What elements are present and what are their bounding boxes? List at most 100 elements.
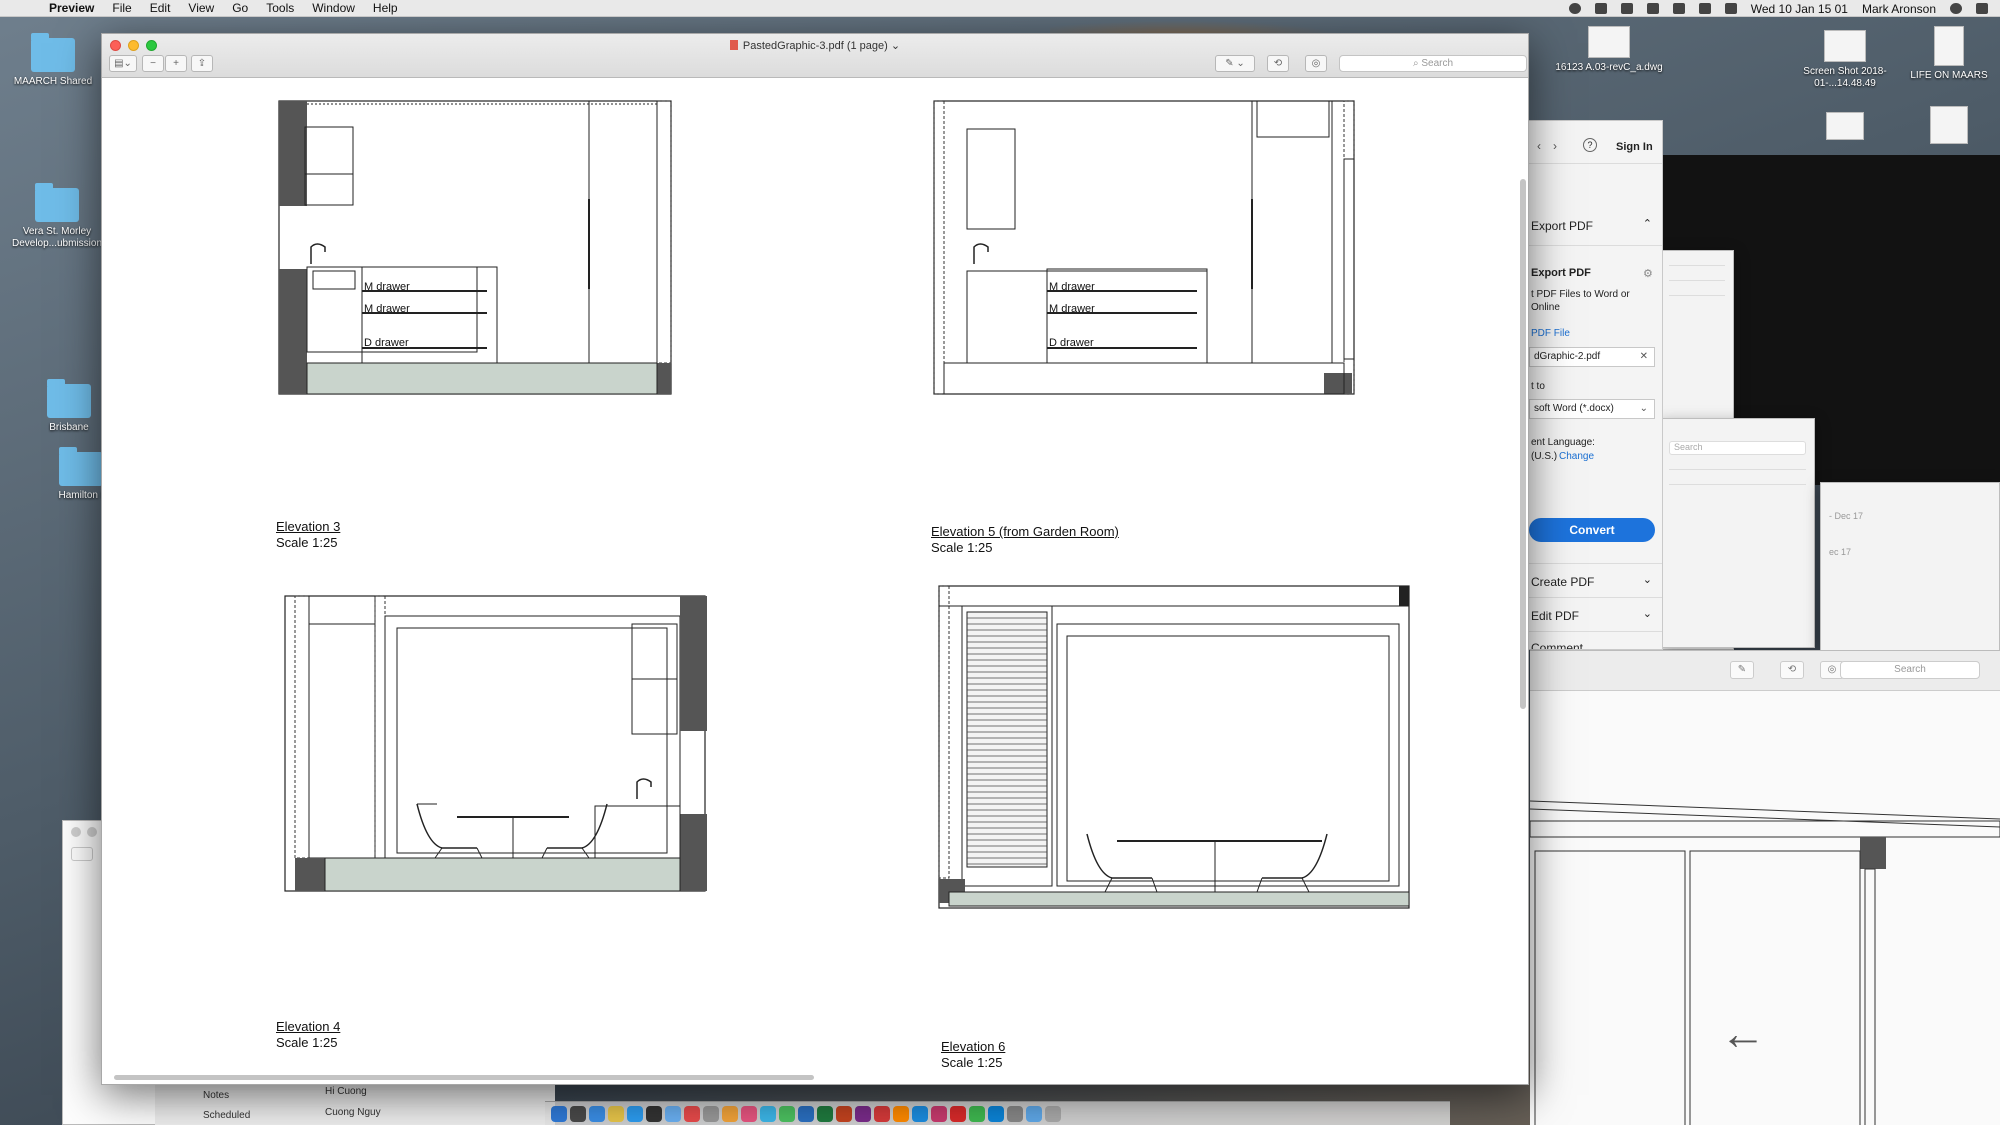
share-button[interactable]: ⇪ bbox=[191, 55, 213, 72]
word-icon[interactable] bbox=[798, 1105, 814, 1122]
menu-file[interactable]: File bbox=[103, 1, 140, 15]
time-machine-icon[interactable] bbox=[1672, 3, 1685, 14]
format-select[interactable]: soft Word (*.docx) ⌄ bbox=[1529, 399, 1655, 419]
settings-icon[interactable]: ⚙ bbox=[1643, 267, 1653, 280]
window-title[interactable]: PastedGraphic-3.pdf (1 page) ⌄ bbox=[102, 39, 1528, 52]
menu-window[interactable]: Window bbox=[303, 1, 364, 15]
menu-tools[interactable]: Tools bbox=[257, 1, 303, 15]
terminal-icon[interactable] bbox=[646, 1105, 662, 1122]
search-input[interactable]: Search bbox=[1669, 441, 1806, 455]
search-input[interactable]: ⌕ Search bbox=[1339, 55, 1527, 72]
messages-icon[interactable] bbox=[760, 1105, 776, 1122]
sidebar-toggle-icon[interactable] bbox=[71, 847, 93, 861]
menu-view[interactable]: View bbox=[179, 1, 223, 15]
create-pdf-item[interactable]: Create PDF bbox=[1531, 575, 1594, 589]
zoom-out-button[interactable]: − bbox=[142, 55, 164, 72]
desktop-icon-screenshot[interactable]: Screen Shot 2018-01-...14.48.49 bbox=[1790, 30, 1900, 90]
autocad-icon[interactable] bbox=[950, 1105, 966, 1122]
skype-icon[interactable] bbox=[988, 1105, 1004, 1122]
mail-icon[interactable] bbox=[665, 1105, 681, 1122]
launchpad-icon[interactable] bbox=[570, 1105, 586, 1122]
pdf-document-view[interactable]: M drawer M drawer D drawer Elevation 3 S… bbox=[102, 79, 1528, 1084]
markup-toolbar-button[interactable]: ◎ bbox=[1305, 55, 1327, 72]
spotify-icon[interactable] bbox=[969, 1105, 985, 1122]
folder-icon bbox=[35, 183, 79, 222]
horizontal-scrollbar[interactable] bbox=[114, 1075, 814, 1080]
desktop-file-thumb[interactable] bbox=[1826, 112, 1864, 140]
music-icon[interactable] bbox=[741, 1105, 757, 1122]
rotate-icon[interactable]: ⟲ bbox=[1780, 661, 1804, 679]
finder-icon[interactable] bbox=[551, 1105, 567, 1122]
photos-icon[interactable] bbox=[722, 1105, 738, 1122]
desktop-icon-life-on-maars[interactable]: LIFE ON MAARS bbox=[1894, 26, 2000, 82]
app-store-icon[interactable] bbox=[627, 1105, 643, 1122]
pdf-file-icon bbox=[729, 40, 738, 50]
export-pdf-header[interactable]: Export PDF bbox=[1531, 219, 1593, 233]
trash-icon[interactable] bbox=[1045, 1105, 1061, 1122]
dropbox-icon[interactable] bbox=[1594, 3, 1607, 14]
illustrator-icon[interactable] bbox=[893, 1105, 909, 1122]
chevron-down-icon[interactable]: ⌄ bbox=[1643, 573, 1652, 586]
menu-user[interactable]: Mark Aronson bbox=[1862, 2, 1936, 16]
notes-icon[interactable] bbox=[608, 1105, 624, 1122]
back-icon[interactable]: ‹ bbox=[1537, 139, 1541, 153]
status-icon-1[interactable] bbox=[1568, 3, 1581, 14]
menu-edit[interactable]: Edit bbox=[141, 1, 180, 15]
bluetooth-icon[interactable] bbox=[1646, 3, 1659, 14]
comment-item[interactable]: Comment bbox=[1531, 641, 1583, 649]
onenote-icon[interactable] bbox=[855, 1105, 871, 1122]
facetime-icon[interactable] bbox=[779, 1105, 795, 1122]
markup-icon[interactable]: ✎ bbox=[1730, 661, 1754, 679]
rotate-button[interactable]: ⟲ bbox=[1267, 55, 1289, 72]
desktop-icon-maarch-shared[interactable]: MAARCH Shared bbox=[0, 33, 108, 88]
menu-go[interactable]: Go bbox=[223, 1, 257, 15]
vertical-scrollbar[interactable] bbox=[1520, 179, 1526, 709]
menu-app-preview[interactable]: Preview bbox=[40, 1, 103, 15]
search-input[interactable]: Search bbox=[1840, 661, 1980, 679]
help-icon[interactable]: ? bbox=[1583, 138, 1597, 152]
desktop-icon-vera-st[interactable]: Vera St. Morley Develop...ubmission bbox=[2, 183, 112, 250]
menu-clock[interactable]: Wed 10 Jan 15 01 bbox=[1751, 2, 1848, 16]
excel-icon[interactable] bbox=[817, 1105, 833, 1122]
mailbox-notes[interactable]: Notes bbox=[203, 1090, 229, 1101]
convert-button[interactable]: Convert bbox=[1529, 518, 1655, 542]
pdf-file-field[interactable]: dGraphic-2.pdf ✕ bbox=[1529, 347, 1655, 367]
elevation-title: Elevation 4 bbox=[276, 1019, 341, 1034]
acrobat-icon[interactable] bbox=[874, 1105, 890, 1122]
message-sender[interactable]: Cuong Nguy bbox=[325, 1107, 381, 1118]
photoshop-icon[interactable] bbox=[912, 1105, 928, 1122]
indesign-icon[interactable] bbox=[931, 1105, 947, 1122]
sidebar-view-button[interactable]: ▤⌄ bbox=[109, 55, 137, 72]
status-area: Wed 10 Jan 15 01 Mark Aronson bbox=[1568, 0, 1988, 17]
safari-icon[interactable] bbox=[589, 1105, 605, 1122]
edit-pdf-item[interactable]: Edit PDF bbox=[1531, 609, 1579, 623]
notification-center-icon[interactable] bbox=[1976, 3, 1988, 14]
folder-icon bbox=[31, 33, 75, 72]
clear-file-icon[interactable]: ✕ bbox=[1640, 348, 1648, 366]
desktop-icon-dwg[interactable]: 16123 A.03-revC_a.dwg bbox=[1554, 26, 1664, 74]
folder-icon bbox=[47, 379, 91, 418]
forward-icon[interactable]: › bbox=[1553, 139, 1557, 153]
volume-icon[interactable] bbox=[1724, 3, 1737, 14]
select-pdf-file-label: PDF File bbox=[1531, 328, 1570, 339]
language-label: ent Language: bbox=[1531, 437, 1595, 448]
contacts-icon[interactable] bbox=[703, 1105, 719, 1122]
downloads-folder-icon[interactable] bbox=[1026, 1105, 1042, 1122]
change-language-link[interactable]: Change bbox=[1559, 451, 1594, 462]
cloud-icon[interactable] bbox=[1620, 3, 1633, 14]
calendar-icon[interactable] bbox=[684, 1105, 700, 1122]
menu-help[interactable]: Help bbox=[364, 1, 407, 15]
zoom-in-button[interactable]: + bbox=[165, 55, 187, 72]
mailbox-scheduled[interactable]: Scheduled bbox=[203, 1110, 250, 1121]
chevron-down-icon[interactable]: ⌄ bbox=[1643, 607, 1652, 620]
sign-in-link[interactable]: Sign In bbox=[1616, 141, 1653, 153]
message-sender[interactable]: Hi Cuong bbox=[325, 1086, 367, 1097]
markup-pen-button[interactable]: ✎ ⌄ bbox=[1215, 55, 1255, 72]
wifi-icon[interactable] bbox=[1698, 3, 1711, 14]
toolbar: ✎ ⟲ ◎ Search bbox=[1530, 651, 2000, 691]
siri-icon[interactable] bbox=[1950, 3, 1962, 14]
powerpoint-icon[interactable] bbox=[836, 1105, 852, 1122]
chevron-up-icon[interactable]: ⌃ bbox=[1643, 217, 1652, 230]
preview-icon[interactable] bbox=[1007, 1105, 1023, 1122]
desktop-file-thumb[interactable] bbox=[1930, 106, 1968, 144]
